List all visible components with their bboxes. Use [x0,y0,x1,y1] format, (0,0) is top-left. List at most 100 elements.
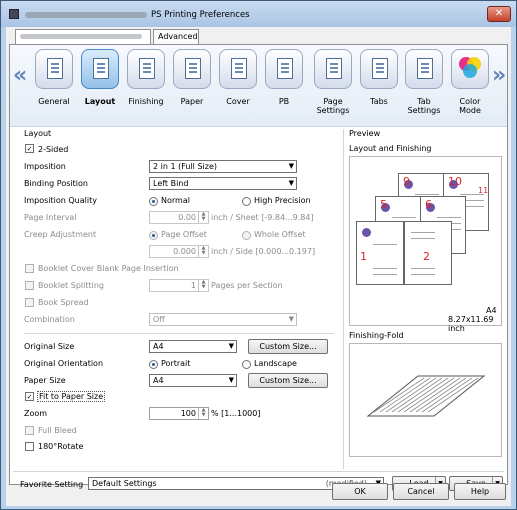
whole-offset-radio[interactable] [242,231,251,240]
imposition-select[interactable]: 2 in 1 (Full Size) ▼ [149,160,297,173]
binding-position-select[interactable]: Left Bind ▼ [149,177,297,190]
category-pb[interactable]: PB [262,49,306,125]
original-size-select[interactable]: A4 ▼ [149,340,237,353]
tab-advanced[interactable]: Advanced [153,29,199,44]
page-interval-label: Page Interval [24,213,77,222]
original-size-label: Original Size [24,342,75,351]
page-offset-radio[interactable] [149,231,158,240]
page-interval-spinner[interactable]: 0.00 ▲ ▼ [149,211,209,224]
original-custom-size-button[interactable]: Custom Size... [248,339,328,354]
paper-custom-size-button[interactable]: Custom Size... [248,373,328,388]
vertical-divider [343,129,344,469]
combination-select[interactable]: Off ▼ [149,313,297,326]
window-title: PS Printing Preferences [151,10,250,20]
spin-arrows-icon[interactable]: ▲ ▼ [198,212,208,223]
cover-icon [219,49,257,89]
layout-group-title: Layout [24,129,52,138]
flower-icon [362,228,371,237]
scroll-right-icon[interactable]: » [492,63,506,88]
fit-to-paper-label: Fit to Paper Size [37,391,106,402]
creep-adjustment-label: Creep Adjustment [24,230,97,239]
imposition-quality-label: Imposition Quality [24,196,97,205]
two-sided-label: 2-Sided [38,145,69,154]
quality-normal-radio[interactable] [149,197,158,206]
category-tab-settings[interactable]: Tab Settings [400,49,448,125]
category-label: Page Settings [316,97,350,115]
landscape-label: Landscape [254,359,297,368]
category-label: Tab Settings [407,97,441,115]
book-spread-checkbox[interactable] [25,298,34,307]
spin-arrows-icon[interactable]: ▲ ▼ [198,280,208,291]
ok-button[interactable]: OK [332,483,388,500]
landscape-radio[interactable] [242,360,251,369]
tab-printer-settings[interactable] [15,29,151,45]
finishing-fold-title: Finishing-Fold [349,331,404,340]
finishing-preview [349,343,502,457]
zoom-spinner[interactable]: 100 ▲ ▼ [149,407,209,420]
scroll-left-icon[interactable]: « [13,63,27,88]
page-number: 1 [360,250,367,263]
full-bleed-label: Full Bleed [38,426,77,435]
category-paper[interactable]: Paper [170,49,214,125]
page-number: 9 [403,175,410,188]
page-number: 6 [425,198,432,211]
zoom-value: 100 [180,409,196,418]
page-settings-icon [314,49,352,89]
page-interval-unit: inch / Sheet [-9.84...9.84] [211,213,314,222]
general-icon [35,49,73,89]
dialog-client-area: Advanced « » General Layout Finishing Pa… [6,27,511,506]
quality-high-radio[interactable] [242,197,251,206]
category-tabs[interactable]: Tabs [357,49,401,125]
category-page-settings[interactable]: Page Settings [308,49,358,125]
spin-arrows-icon[interactable]: ▲ ▼ [198,408,208,419]
paper-size-label: Paper Size [24,376,66,385]
cancel-button[interactable]: Cancel [393,483,449,500]
category-bar: « » General Layout Finishing Paper Cover… [10,45,507,127]
category-finishing[interactable]: Finishing [124,49,168,125]
booklet-splitting-checkbox[interactable] [25,281,34,290]
chevron-down-icon: ▼ [228,342,234,350]
divider [24,333,334,334]
layout-preview: 9 10 11 5 6 1 2 A4 8.27x11.69 inch [349,156,502,333]
booklet-cover-label: Booklet Cover Blank Page Insertion [38,264,179,273]
fit-to-paper-checkbox[interactable]: ✓ [25,392,34,401]
chevron-down-icon: ▼ [288,315,294,323]
printer-app-icon [9,9,19,19]
two-sided-checkbox[interactable]: ✓ [25,144,34,153]
category-layout[interactable]: Layout [78,49,122,125]
tabs-icon [360,49,398,89]
category-label: Cover [226,97,250,106]
category-color-mode[interactable]: Color Mode [448,49,492,125]
close-button[interactable]: ✕ [487,6,511,22]
perfect-binding-icon [265,49,303,89]
rotate-180-checkbox[interactable] [25,442,34,451]
tab-settings-icon [405,49,443,89]
full-bleed-checkbox[interactable] [25,426,34,435]
page-number: 2 [423,250,430,263]
original-size-value: A4 [153,342,164,351]
category-cover[interactable]: Cover [216,49,260,125]
portrait-radio[interactable] [149,360,158,369]
page-offset-label: Page Offset [161,230,207,239]
category-general[interactable]: General [32,49,76,125]
zoom-unit: % [1...1000] [211,409,261,418]
paper-size-select[interactable]: A4 ▼ [149,374,237,387]
booklet-splitting-unit: Pages per Section [211,281,283,290]
booklet-splitting-spinner[interactable]: 1 ▲ ▼ [149,279,209,292]
finishing-icon [127,49,165,89]
category-label: Finishing [128,97,164,106]
paper-size-value: A4 [153,376,164,385]
spin-arrows-icon[interactable]: ▲ ▼ [198,246,208,257]
help-button[interactable]: Help [454,483,506,500]
creep-value-spinner[interactable]: 0.000 ▲ ▼ [149,245,209,258]
combination-value: Off [153,315,165,324]
footer-divider [13,471,504,472]
title-bar[interactable]: PS Printing Preferences ✕ [1,1,516,27]
favorite-setting-label: Favorite Setting [20,480,84,489]
printer-name-redacted [25,12,147,18]
combination-label: Combination [24,315,75,324]
booklet-cover-checkbox[interactable] [25,264,34,273]
color-circles-icon [459,57,481,78]
category-label: Paper [180,97,204,106]
chevron-down-icon: ▼ [288,162,294,170]
